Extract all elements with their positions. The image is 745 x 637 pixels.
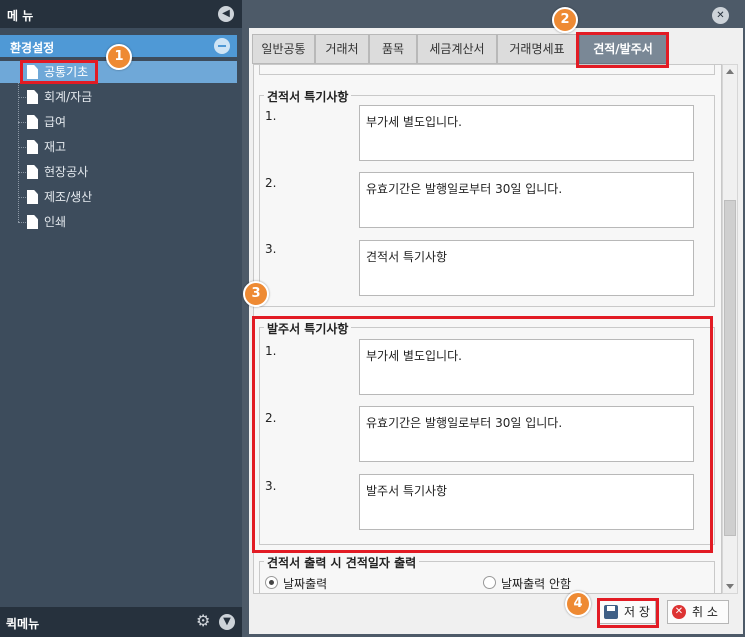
quote-note-number: 2. [265, 176, 277, 190]
document-icon [27, 215, 38, 229]
tab-label: 세금계산서 [429, 42, 485, 56]
sidebar-item-label: 인쇄 [44, 215, 67, 229]
document-icon [27, 115, 38, 129]
quote-note-2-textarea[interactable]: 유효기간은 발행일로부터 30일 입니다. [359, 172, 694, 228]
sidebar-item-accounting[interactable]: 회계/자금 [0, 86, 237, 108]
tab-label: 품목 [381, 42, 405, 56]
tab-items[interactable]: 품목 [369, 34, 417, 64]
step-marker-1: 1 [106, 44, 132, 70]
step-marker-3: 3 [243, 281, 269, 307]
sidebar-item-print[interactable]: 인쇄 [0, 211, 237, 233]
sidebar-item-label: 급여 [44, 115, 67, 129]
no-date-output-radio[interactable] [483, 576, 496, 589]
menu-sidebar: 메 뉴 ◀ 환경설정 공통기초 회계/자금 급여 재고 현장공사 제조/생산 인… [0, 0, 242, 637]
highlight-box-common-basics [20, 60, 98, 84]
scroll-thumb[interactable] [724, 200, 736, 536]
tab-label: 일반공통 [261, 42, 306, 56]
highlight-box-save [597, 598, 659, 628]
cancel-icon: ✕ [672, 605, 686, 619]
vertical-scrollbar[interactable] [722, 64, 738, 594]
sidebar-item-site-construction[interactable]: 현장공사 [0, 161, 237, 183]
tab-general-common[interactable]: 일반공통 [252, 34, 315, 64]
date-output-radio[interactable] [265, 576, 278, 589]
date-output-title: 견적서 출력 시 견적일자 출력 [264, 554, 420, 571]
sidebar-item-label: 재고 [44, 140, 67, 154]
sidebar-item-manufacturing[interactable]: 제조/생산 [0, 186, 237, 208]
menu-header: 메 뉴 [0, 0, 242, 28]
sidebar-item-label: 제조/생산 [44, 190, 93, 204]
tab-clients[interactable]: 거래처 [315, 34, 369, 64]
sidebar-item-payroll[interactable]: 급여 [0, 111, 237, 133]
highlight-box-order-notes [252, 316, 713, 553]
chevron-down-icon[interactable]: ▼ [219, 614, 235, 630]
collapse-left-icon[interactable]: ◀ [218, 6, 234, 22]
scroll-down-icon[interactable] [726, 584, 734, 589]
quote-note-number: 1. [265, 109, 277, 123]
scroll-up-icon[interactable] [726, 69, 734, 74]
date-output-label: 날짜출력 [283, 577, 328, 591]
close-icon[interactable]: ✕ [712, 7, 729, 24]
tab-transaction-statement[interactable]: 거래명세표 [497, 34, 577, 64]
cancel-button-label: 취 소 [692, 605, 718, 619]
gear-icon[interactable]: ⚙ [196, 613, 212, 629]
document-icon [27, 90, 38, 104]
quote-note-1-textarea[interactable]: 부가세 별도입니다. [359, 105, 694, 161]
highlight-box-quote-tab [576, 32, 669, 68]
sidebar-item-label: 회계/자금 [44, 90, 93, 104]
document-icon [27, 140, 38, 154]
quote-note-3-textarea[interactable]: 견적서 특기사항 [359, 240, 694, 296]
tab-label: 거래명세표 [509, 42, 565, 56]
tab-label: 거래처 [325, 42, 359, 56]
no-date-output-label: 날짜출력 안함 [501, 577, 572, 591]
step-marker-4: 4 [565, 591, 591, 617]
sidebar-item-inventory[interactable]: 재고 [0, 136, 237, 158]
quote-notes-title: 견적서 특기사항 [264, 88, 352, 105]
sidebar-item-label: 현장공사 [44, 165, 89, 179]
tab-tax-invoice[interactable]: 세금계산서 [417, 34, 497, 64]
menu-header-title: 메 뉴 [7, 9, 34, 23]
quick-menu-label: 퀵메뉴 [6, 617, 40, 631]
collapse-minus-icon[interactable] [214, 38, 230, 54]
step-marker-2: 2 [552, 7, 578, 33]
document-icon [27, 190, 38, 204]
document-icon [27, 165, 38, 179]
quote-note-number: 3. [265, 242, 277, 256]
cancel-button[interactable]: ✕ 취 소 [667, 600, 729, 624]
sidebar-group-label: 환경설정 [10, 41, 55, 55]
